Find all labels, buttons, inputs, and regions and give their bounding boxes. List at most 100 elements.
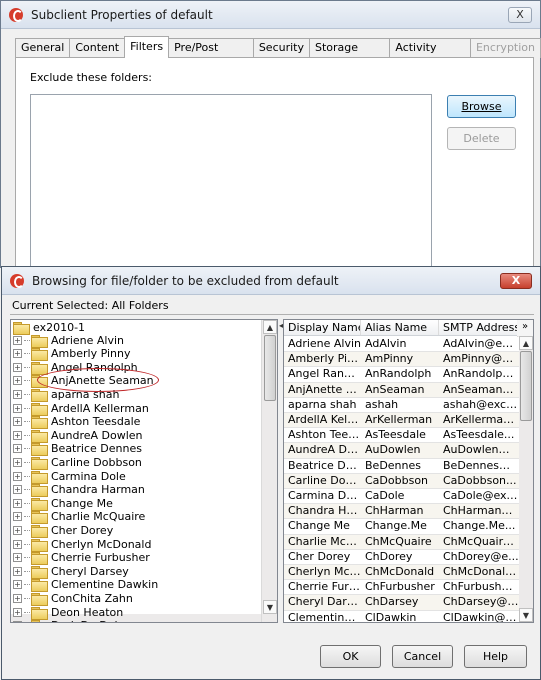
mailbox-grid[interactable]: Display Name Alias Name SMTP Address » ▲ ▼…	[283, 319, 534, 623]
cancel-button[interactable]: Cancel	[392, 645, 453, 668]
help-button[interactable]: Help	[464, 645, 527, 668]
tree-item[interactable]: + DarioDa Daly	[13, 619, 124, 622]
grid-row[interactable]: Carline Dobb... CaDobbson CaDobbson...	[284, 473, 519, 489]
grid-row[interactable]: Carmina Dole CaDole CaDole@exc...	[284, 489, 519, 505]
expand-icon[interactable]: +	[13, 553, 22, 563]
grid-row[interactable]: ArdellA Keller... ArKellerman ArKellerman.…	[284, 413, 519, 429]
tree-item[interactable]: + ConChita Zahn	[13, 591, 133, 606]
grid-vertical-scrollbar[interactable]: ▲ ▼	[517, 336, 533, 622]
grid-row[interactable]: Charlie McQu... ChMcQuaire ChMcQuaire...	[284, 534, 519, 550]
expand-icon[interactable]: +	[13, 607, 22, 617]
expand-icon[interactable]: +	[13, 444, 22, 454]
scroll-down-arrow-icon[interactable]: ▼	[263, 600, 277, 614]
folder-tree[interactable]: ex2010-1 ▲ ▼ + Adriene Alvin + Amberly Pinn…	[10, 319, 278, 623]
expand-icon[interactable]: +	[13, 403, 22, 413]
expand-icon[interactable]: +	[13, 335, 22, 345]
tree-item[interactable]: + Carmina Dole	[13, 469, 126, 484]
tab-pre-post-process[interactable]: Pre/Post Process	[168, 38, 254, 72]
expand-icon[interactable]: +	[13, 389, 22, 399]
expand-icon[interactable]: +	[13, 525, 22, 535]
expand-icon[interactable]: +	[13, 485, 22, 495]
tree-item[interactable]: + AundreA Dowlen	[13, 428, 143, 443]
subclient-close-button[interactable]: X	[508, 7, 532, 23]
grid-row[interactable]: Cherrie Furb... ChFurbusher ChFurbusher...	[284, 580, 519, 596]
browse-close-button[interactable]: X	[500, 273, 532, 289]
grid-row[interactable]: Angel Randolph AnRandolph AnRandolph...	[284, 367, 519, 383]
expand-icon[interactable]: +	[13, 512, 22, 522]
tab-activity-control[interactable]: Activity Control	[389, 38, 471, 72]
tree-item[interactable]: + aparna shah	[13, 387, 119, 402]
expand-icon[interactable]: +	[13, 417, 22, 427]
grid-row[interactable]: Chandra Har... ChHarman ChHarman@...	[284, 504, 519, 520]
tree-item[interactable]: + Change Me	[13, 496, 113, 511]
column-chooser-icon[interactable]: »	[517, 320, 533, 336]
tree-vertical-scrollbar[interactable]: ▲ ▼	[261, 320, 277, 622]
tree-connector	[24, 529, 30, 531]
scroll-up-arrow-icon[interactable]: ▲	[519, 336, 533, 350]
tree-item[interactable]: + Charlie McQuaire	[13, 510, 145, 525]
expand-icon[interactable]: +	[13, 376, 22, 386]
tree-item[interactable]: + Chandra Harman	[13, 483, 145, 498]
tree-item[interactable]: + Clementine Dawkin	[13, 578, 158, 593]
browse-button[interactable]: Browse	[447, 95, 516, 118]
tree-item[interactable]: + AnjAnette Seaman	[13, 374, 154, 389]
grid-row[interactable]: Cherlyn McD... ChMcDonald ChMcDonald...	[284, 565, 519, 581]
grid-cell: ArKellerman...	[443, 413, 519, 426]
delete-button[interactable]: Delete	[447, 127, 516, 150]
tree-item[interactable]: + Amberly Pinny	[13, 347, 130, 362]
grid-row[interactable]: AundreA Do... AuDowlen AuDowlen@...	[284, 443, 519, 459]
expand-icon[interactable]: +	[13, 498, 22, 508]
tree-item[interactable]: + Cherlyn McDonald	[13, 537, 151, 552]
expand-icon[interactable]: +	[13, 621, 22, 622]
expand-icon[interactable]: +	[13, 539, 22, 549]
tab-filters[interactable]: Filters	[124, 36, 170, 58]
expand-icon[interactable]: +	[13, 580, 22, 590]
expand-icon[interactable]: +	[13, 593, 22, 603]
tree-item[interactable]: + ArdellA Kellerman	[13, 401, 149, 416]
grid-row[interactable]: Cher Dorey ChDorey ChDorey@e...	[284, 549, 519, 565]
tree-item[interactable]: + Beatrice Dennes	[13, 442, 142, 457]
expand-icon[interactable]: +	[13, 471, 22, 481]
tree-item[interactable]: + Carline Dobbson	[13, 455, 142, 470]
grid-row[interactable]: Clementine D... ClDawkin ClDawkin@e...	[284, 610, 519, 622]
grid-row[interactable]: Amberly Pinny AmPinny AmPinny@ex...	[284, 352, 519, 368]
tree-item[interactable]: + Cherrie Furbusher	[13, 551, 150, 566]
expand-icon[interactable]: +	[13, 566, 22, 576]
tab-storage-device[interactable]: Storage Device	[308, 38, 391, 72]
expand-icon[interactable]: +	[13, 457, 22, 467]
tree-scroll-thumb[interactable]	[264, 335, 276, 401]
tree-item[interactable]: + Cheryl Darsey	[13, 564, 129, 579]
grid-row[interactable]: Change Me Change.Me Change.Me...	[284, 519, 519, 535]
tree-connector	[24, 557, 30, 559]
tab-encryption[interactable]: Encryption	[469, 38, 541, 58]
grid-row[interactable]: Beatrice Den... BeDennes BeDennes@...	[284, 458, 519, 474]
tree-item[interactable]: + Adriene Alvin	[13, 333, 124, 348]
browse-title-bar[interactable]: Browsing for file/folder to be excluded …	[2, 267, 540, 295]
expand-icon[interactable]: +	[13, 349, 22, 359]
column-header[interactable]: Alias Name	[361, 320, 439, 335]
tree-item[interactable]: + Cher Dorey	[13, 523, 113, 538]
grid-row[interactable]: AnjAnette S... AnSeaman AnSeaman@...	[284, 382, 519, 398]
tree-item[interactable]: + Angel Randolph	[13, 360, 138, 375]
scroll-up-arrow-icon[interactable]: ▲	[263, 320, 277, 334]
tab-general[interactable]: General	[15, 38, 71, 58]
tree-connector	[24, 570, 30, 572]
tab-content[interactable]: Content	[69, 38, 126, 58]
ok-button[interactable]: OK	[320, 645, 381, 668]
grid-row[interactable]: Adriene Alvin AdAlvin AdAlvin@exc...	[284, 337, 519, 353]
exclude-folders-list[interactable]	[30, 94, 432, 269]
scroll-down-arrow-icon[interactable]: ▼	[519, 608, 533, 622]
grid-row[interactable]: Ashton Tees... AsTeesdale AsTeesdale...	[284, 428, 519, 444]
tree-item[interactable]: + Deon Heaton	[13, 605, 123, 620]
tab-security[interactable]: Security	[252, 38, 310, 58]
grid-scroll-thumb[interactable]	[520, 351, 532, 421]
grid-row[interactable]: Cheryl Darsey ChDarsey ChDarsey@e...	[284, 595, 519, 611]
expand-icon[interactable]: +	[13, 362, 22, 372]
grid-row[interactable]: aparna shah ashah ashah@exch...	[284, 397, 519, 413]
tree-item[interactable]: + Ashton Teesdale	[13, 415, 140, 430]
subclient-title-bar[interactable]: Subclient Properties of default X	[1, 1, 540, 29]
column-header[interactable]: Display Name	[284, 320, 361, 335]
column-header[interactable]: SMTP Address	[439, 320, 519, 335]
tree-root-node[interactable]: ex2010-1	[13, 320, 85, 335]
expand-icon[interactable]: +	[13, 430, 22, 440]
